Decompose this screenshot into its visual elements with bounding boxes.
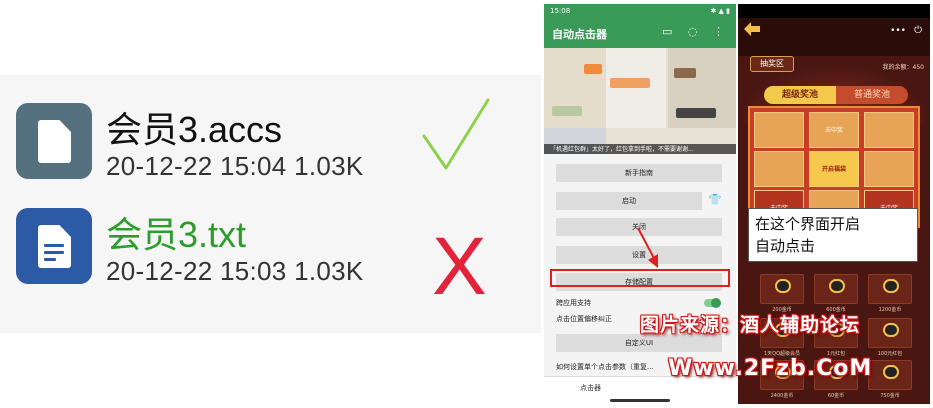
grid-cell [864, 112, 914, 148]
document-icon [16, 208, 92, 284]
prize-item [868, 318, 912, 348]
pointer-arrow-icon [637, 227, 658, 268]
app-bar: 自动点击器 ▭ ◌ ⋮ [544, 18, 736, 48]
open-bag-button[interactable]: 开启福袋 [809, 151, 859, 187]
start-button[interactable]: 启动 [556, 192, 702, 210]
file-list-panel: 会员3.accs 20-12-22 15:04 1.03K 会员3.txt 20… [0, 0, 541, 408]
grid-cell [754, 151, 804, 187]
prize-label: 60金币 [827, 393, 845, 399]
save-highlight [550, 269, 730, 287]
lottery-tag: 抽奖区 [750, 56, 794, 72]
cross-mark-icon: X [432, 221, 487, 312]
file-meta: 20-12-22 15:03 1.03K [106, 256, 364, 286]
tab-super-pool[interactable]: 超级奖池 [764, 86, 836, 104]
prize-item [814, 274, 858, 304]
balance-label: 我的余额：450 [882, 64, 924, 71]
instruction-caption: 在这个界面开启 自动点击 [748, 208, 918, 262]
shirt-icon[interactable]: 👕 [707, 192, 723, 208]
grid-cell: 未中奖 [809, 112, 859, 148]
cross-app-toggle[interactable] [704, 298, 721, 308]
file-name: 会员3.accs [106, 109, 283, 150]
screenshot-preview: 「机遇红包群」太好了，红包拿到手啦，不需要谢谢... [544, 48, 736, 154]
status-bar [738, 4, 930, 18]
status-bar: 15:08 ✱ ▲ ▮ [544, 4, 736, 18]
prize-label: 1200金币 [878, 307, 902, 313]
cross-app-support-label: 跨应用支持 [556, 299, 591, 307]
file-name: 会员3.txt [106, 214, 247, 255]
file-icon [16, 103, 92, 179]
status-time: 15:08 [550, 7, 571, 15]
watermark-source: 图片来源：酒人辅助论坛 [640, 314, 861, 336]
tab-normal-pool[interactable]: 普通奖池 [836, 86, 908, 104]
appbar-actions[interactable]: ▭ ◌ ⋮ [662, 25, 730, 38]
prize-item [868, 360, 912, 390]
watermark-url: Www.2Fzb.CoM [668, 356, 873, 381]
status-icons: ✱ ▲ ▮ [710, 7, 730, 15]
grid-cell [754, 112, 804, 148]
prize-label: 750金币 [880, 393, 900, 399]
auto-clicker-screen: 15:08 ✱ ▲ ▮ 自动点击器 ▭ ◌ ⋮ 「机遇红包群」太好了，红包拿到手… [544, 4, 736, 404]
prize-item [868, 274, 912, 304]
prize-label: 2400金币 [770, 393, 794, 399]
app-title: 自动点击器 [552, 28, 607, 41]
more-icon[interactable]: ••• [890, 26, 906, 36]
file-meta: 20-12-22 15:04 1.03K [106, 151, 364, 181]
nav-clicker[interactable]: 点击器 [580, 383, 601, 393]
preview-notice: 「机遇红包群」太好了，红包拿到手啦，不需要谢谢... [544, 144, 736, 154]
game-top-bar [738, 18, 930, 56]
caption-line-2: 自动点击 [755, 237, 816, 255]
grid-cell [864, 151, 914, 187]
caption-line-1: 在这个界面开启 [755, 215, 861, 233]
check-mark-icon [422, 98, 490, 170]
guide-button[interactable]: 新手指南 [556, 164, 722, 182]
power-icon[interactable]: ⏻ [914, 25, 922, 36]
prize-item [760, 274, 804, 304]
lottery-screen: ••• ⏻ 抽奖区 我的余额：450 超级奖池 普通奖池 未中奖 开启福袋 未中… [738, 4, 930, 404]
cross-app-support-row[interactable]: 跨应用支持 [556, 296, 724, 310]
back-arrow-icon[interactable] [744, 22, 760, 36]
home-indicator [610, 399, 670, 402]
